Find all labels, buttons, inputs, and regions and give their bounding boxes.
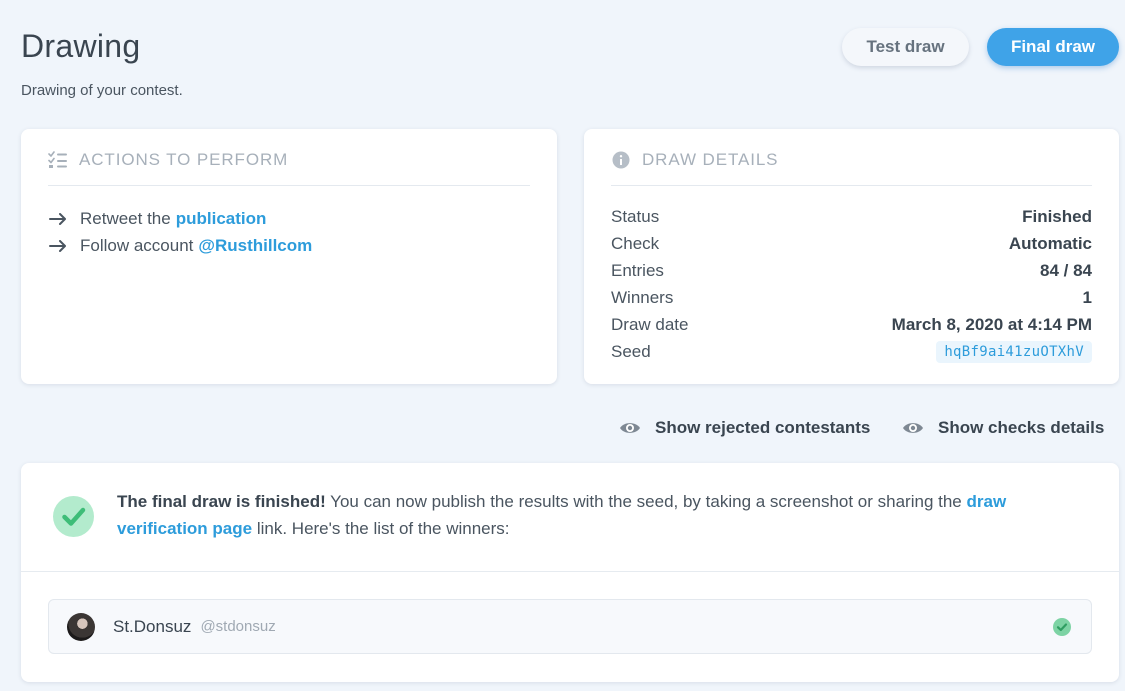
- detail-label: Status: [611, 206, 660, 226]
- actions-card-title: ACTIONS TO PERFORM: [79, 150, 289, 169]
- publication-link[interactable]: publication: [176, 209, 267, 229]
- actions-card-header: ACTIONS TO PERFORM: [48, 149, 530, 186]
- result-message-text: You can now publish the results with the…: [325, 492, 967, 511]
- detail-row-seed: Seed hqBf9ai41zuOTXhV: [611, 338, 1092, 365]
- draw-details-title: DRAW DETAILS: [642, 150, 779, 169]
- winner-row[interactable]: St.Donsuz @stdonsuz: [48, 599, 1092, 654]
- detail-value: Automatic: [1008, 233, 1092, 253]
- eye-icon: [619, 421, 641, 435]
- page-subtitle: Drawing of your contest.: [21, 82, 183, 99]
- avatar: [67, 612, 95, 641]
- show-checks-toggle[interactable]: Show checks details: [902, 418, 1104, 438]
- final-draw-button[interactable]: Final draw: [987, 28, 1119, 66]
- show-rejected-toggle[interactable]: Show rejected contestants: [619, 418, 870, 438]
- detail-label: Draw date: [611, 314, 689, 334]
- eye-icon: [902, 421, 924, 435]
- detail-label: Check: [611, 233, 660, 253]
- checklist-icon: [48, 150, 68, 170]
- detail-row-check: Check Automatic: [611, 230, 1092, 257]
- result-message: The final draw is finished! You can now …: [117, 488, 1077, 542]
- detail-label: Winners: [611, 287, 674, 307]
- account-link[interactable]: @Rusthillcom: [198, 236, 312, 256]
- draw-details-card: DRAW DETAILS Status Finished Check Autom…: [584, 129, 1119, 384]
- arrow-right-icon: [49, 212, 69, 225]
- draw-details-header: DRAW DETAILS: [611, 149, 1092, 186]
- detail-value: 84 / 84: [1040, 260, 1092, 280]
- success-check-icon: [53, 496, 94, 537]
- action-item-text: Retweet the: [80, 208, 171, 228]
- result-message-section: The final draw is finished! You can now …: [21, 463, 1119, 572]
- winner-name: St.Donsuz: [113, 616, 192, 636]
- winner-handle: @stdonsuz: [200, 618, 276, 635]
- result-message-text-end: link. Here's the list of the winners:: [252, 519, 510, 538]
- detail-value: 1: [1082, 287, 1092, 307]
- detail-label: Entries: [611, 260, 664, 280]
- detail-row-entries: Entries 84 / 84: [611, 257, 1092, 284]
- verified-check-icon: [1053, 618, 1071, 636]
- test-draw-button[interactable]: Test draw: [842, 28, 969, 66]
- result-message-strong: The final draw is finished!: [117, 492, 326, 511]
- details-table: Status Finished Check Automatic Entries …: [611, 203, 1092, 365]
- detail-value: Finished: [1022, 206, 1092, 226]
- show-checks-label: Show checks details: [938, 418, 1105, 437]
- actions-card: ACTIONS TO PERFORM Retweet the publicati…: [21, 129, 557, 384]
- seed-value[interactable]: hqBf9ai41zuOTXhV: [936, 340, 1092, 363]
- detail-label: Seed: [611, 341, 651, 361]
- page-title: Drawing: [21, 28, 141, 64]
- detail-row-draw-date: Draw date March 8, 2020 at 4:14 PM: [611, 311, 1092, 338]
- info-icon: [611, 150, 631, 170]
- detail-value: March 8, 2020 at 4:14 PM: [891, 314, 1092, 334]
- arrow-right-icon: [49, 239, 69, 252]
- action-list: Retweet the publication Follow account @…: [49, 205, 312, 259]
- action-item-follow: Follow account @Rusthillcom: [49, 232, 312, 259]
- show-rejected-label: Show rejected contestants: [655, 418, 871, 437]
- action-item-retweet: Retweet the publication: [49, 205, 312, 232]
- detail-row-status: Status Finished: [611, 203, 1092, 230]
- action-item-text: Follow account: [80, 235, 194, 255]
- detail-row-winners: Winners 1: [611, 284, 1092, 311]
- result-card: The final draw is finished! You can now …: [21, 463, 1119, 682]
